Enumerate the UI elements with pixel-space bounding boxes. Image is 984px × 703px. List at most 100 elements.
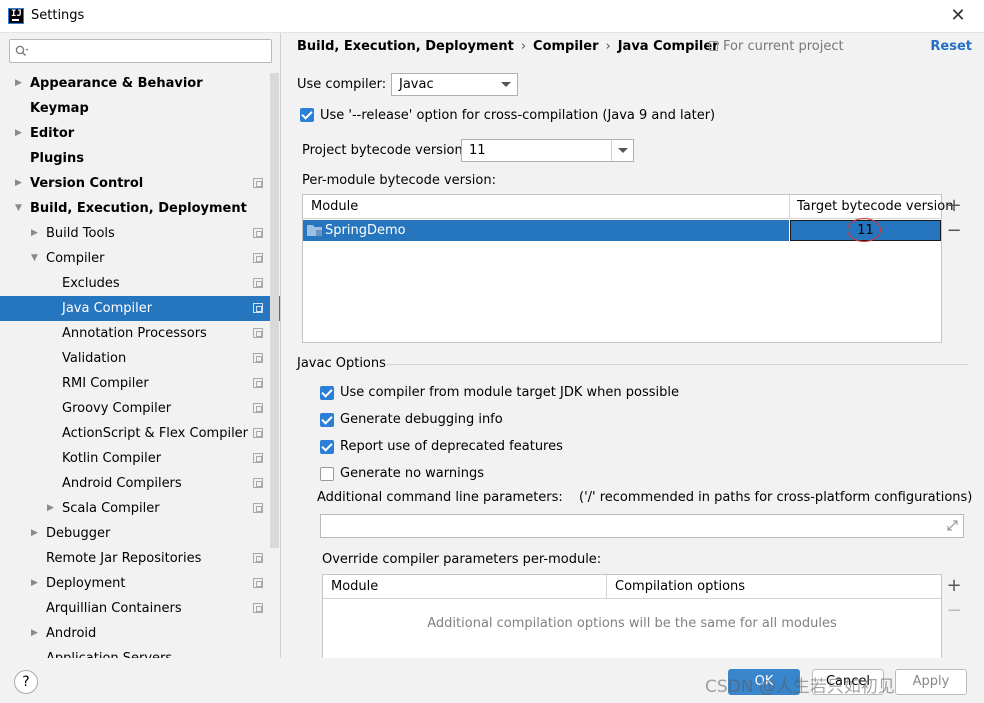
sidebar-item-build-tools[interactable]: ▶ Build Tools <box>0 221 280 246</box>
sidebar-item-label: Remote Jar Repositories <box>46 551 202 566</box>
remove-module-button[interactable]: − <box>945 220 963 241</box>
sidebar-item-groovy-compiler[interactable]: Groovy Compiler <box>0 396 280 421</box>
option-checkbox-debug-info[interactable] <box>320 413 334 427</box>
chevron-down-icon <box>495 74 517 95</box>
expand-icon[interactable] <box>947 520 958 531</box>
additional-params-label: Additional command line parameters: <box>317 490 563 505</box>
sidebar-item-label: RMI Compiler <box>62 376 149 391</box>
project-scope-icon <box>253 303 263 313</box>
sidebar-item-application-servers[interactable]: Application Servers <box>0 646 280 658</box>
sidebar-item-editor[interactable]: ▶ Editor <box>0 121 280 146</box>
sidebar-item-compiler[interactable]: ▼ Compiler <box>0 246 280 271</box>
collapsed-arrow-icon[interactable]: ▶ <box>31 571 38 596</box>
section-divider <box>385 364 968 365</box>
expanded-arrow-icon[interactable]: ▼ <box>15 196 22 221</box>
remove-override-button[interactable]: − <box>945 600 963 621</box>
additional-params-input[interactable] <box>320 514 964 538</box>
reset-link[interactable]: Reset <box>930 39 972 54</box>
sidebar-item-scala-compiler[interactable]: ▶ Scala Compiler <box>0 496 280 521</box>
target-bytecode-cell[interactable]: 11 <box>790 218 941 242</box>
sidebar-item-label: ActionScript & Flex Compiler <box>62 426 249 441</box>
sidebar-item-remote-jar-repositories[interactable]: Remote Jar Repositories <box>0 546 280 571</box>
use-compiler-value: Javac <box>399 77 434 92</box>
project-scope-icon <box>709 41 718 51</box>
project-scope-icon <box>253 553 263 563</box>
add-module-button[interactable]: + <box>945 195 963 216</box>
sidebar-item-kotlin-compiler[interactable]: Kotlin Compiler <box>0 446 280 471</box>
collapsed-arrow-icon[interactable]: ▶ <box>31 521 38 546</box>
table-row[interactable]: SpringDemo <box>303 220 789 241</box>
sidebar-item-deployment[interactable]: ▶ Deployment <box>0 571 280 596</box>
column-header-compilation-options[interactable]: Compilation options <box>606 575 941 599</box>
override-label: Override compiler parameters per-module: <box>322 552 602 567</box>
column-header-target[interactable]: Target bytecode version <box>789 195 954 219</box>
project-scope-icon <box>253 378 263 388</box>
project-scope-icon <box>253 278 263 288</box>
sidebar-item-keymap[interactable]: Keymap <box>0 96 280 121</box>
sidebar-item-label: Appearance & Behavior <box>30 76 203 91</box>
help-button[interactable]: ? <box>14 670 38 694</box>
sidebar-item-version-control[interactable]: ▶ Version Control <box>0 171 280 196</box>
settings-search-input[interactable] <box>9 39 272 63</box>
sidebar-item-validation[interactable]: Validation <box>0 346 280 371</box>
sidebar-item-annotation-processors[interactable]: Annotation Processors <box>0 321 280 346</box>
sidebar-item-actionscript-flex-compiler[interactable]: ActionScript & Flex Compiler <box>0 421 280 446</box>
option-checkbox-target-jdk[interactable] <box>320 386 334 400</box>
collapsed-arrow-icon[interactable]: ▶ <box>15 171 22 196</box>
use-compiler-label: Use compiler: <box>297 77 387 92</box>
sidebar-item-label: Android <box>46 626 97 641</box>
sidebar-item-label: Groovy Compiler <box>62 401 172 416</box>
sidebar-item-plugins[interactable]: Plugins <box>0 146 280 171</box>
override-params-table: Module Compilation options Additional co… <box>322 574 942 658</box>
sidebar-item-android[interactable]: ▶ Android <box>0 621 280 646</box>
project-scope-icon <box>253 603 263 613</box>
collapsed-arrow-icon[interactable]: ▶ <box>15 121 22 146</box>
breadcrumb-item: Build, Execution, Deployment <box>297 39 514 54</box>
sidebar-item-label: Compiler <box>46 251 105 266</box>
sidebar-item-label: Arquillian Containers <box>46 601 182 616</box>
empty-table-text: Additional compilation options will be t… <box>427 616 837 631</box>
sidebar-item-android-compilers[interactable]: Android Compilers <box>0 471 280 496</box>
use-compiler-select[interactable]: Javac <box>391 73 518 96</box>
collapsed-arrow-icon[interactable]: ▶ <box>15 71 22 96</box>
option-label: Generate debugging info <box>340 412 503 427</box>
collapsed-arrow-icon[interactable]: ▶ <box>31 621 38 646</box>
apply-button[interactable]: Apply <box>895 669 967 695</box>
release-option-checkbox[interactable] <box>300 108 314 122</box>
option-checkbox-deprecated[interactable] <box>320 440 334 454</box>
option-label: Report use of deprecated features <box>340 439 563 454</box>
expanded-arrow-icon[interactable]: ▼ <box>31 246 38 271</box>
sidebar-scrollbar[interactable] <box>270 73 279 548</box>
module-folder-icon <box>307 225 322 236</box>
search-icon <box>15 45 29 56</box>
collapsed-arrow-icon[interactable]: ▶ <box>47 496 54 521</box>
project-scope-icon <box>253 178 263 188</box>
sidebar-item-appearance-behavior[interactable]: ▶ Appearance & Behavior <box>0 71 280 96</box>
column-header-module[interactable]: Module <box>303 195 789 219</box>
sidebar-item-label: Validation <box>62 351 127 366</box>
sidebar-item-label: Editor <box>30 126 75 141</box>
project-scope-icon <box>253 478 263 488</box>
settings-tree: ▶ Appearance & Behavior Keymap ▶ Editor Plugi… <box>0 71 280 658</box>
window-title: Settings <box>31 8 85 23</box>
sidebar-item-java-compiler[interactable]: Java Compiler <box>0 296 280 321</box>
collapsed-arrow-icon[interactable]: ▶ <box>31 221 38 246</box>
sidebar-item-excludes[interactable]: Excludes <box>0 271 280 296</box>
sidebar-item-rmi-compiler[interactable]: RMI Compiler <box>0 371 280 396</box>
breadcrumb-item: Java Compiler <box>617 39 719 54</box>
sidebar-item-label: Application Servers <box>46 646 172 658</box>
add-override-button[interactable]: + <box>945 575 963 596</box>
close-button[interactable]: ✕ <box>948 6 968 26</box>
breadcrumb-separator: › <box>520 39 527 54</box>
sidebar-item-debugger[interactable]: ▶ Debugger <box>0 521 280 546</box>
option-checkbox-no-warnings[interactable] <box>320 467 334 481</box>
sidebar-item-label: Keymap <box>30 101 89 116</box>
sidebar-item-label: Kotlin Compiler <box>62 451 162 466</box>
project-bytecode-select[interactable]: 11 <box>461 139 634 162</box>
column-header-module[interactable]: Module <box>323 575 606 599</box>
sidebar-item-arquillian-containers[interactable]: Arquillian Containers <box>0 596 280 621</box>
release-option-label: Use '--release' option for cross-compila… <box>320 108 716 123</box>
sidebar-item-label: Build Tools <box>46 226 115 241</box>
sidebar-item-build-execution-deployment[interactable]: ▼ Build, Execution, Deployment <box>0 196 280 221</box>
intellij-logo-icon: IJ <box>8 8 24 24</box>
